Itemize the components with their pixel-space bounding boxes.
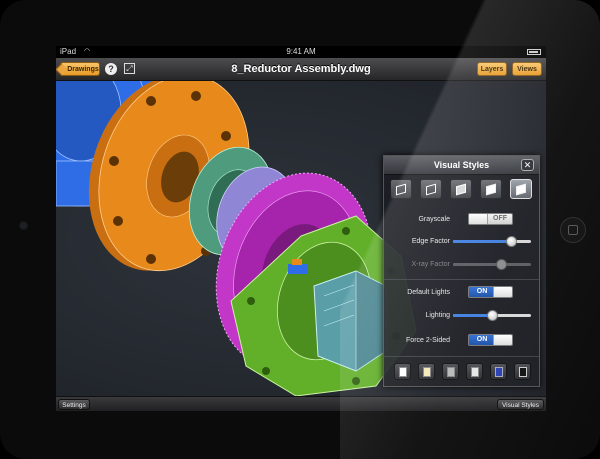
visual-styles-panel: Visual Styles ✕ Grayscale OFF Edge Facto… — [383, 155, 540, 387]
xray-factor-label: X-ray Factor — [411, 261, 450, 268]
edge-factor-label: Edge Factor — [411, 238, 450, 245]
force-2-sided-toggle[interactable]: ON — [468, 334, 513, 346]
2d-wireframe-icon[interactable] — [390, 179, 412, 199]
layers-button[interactable]: Layers — [477, 62, 507, 76]
divider — [384, 279, 539, 280]
force-2-sided-state: ON — [476, 336, 488, 343]
visual-styles-button[interactable]: Visual Styles — [497, 399, 544, 410]
settings-button[interactable]: Settings — [58, 399, 90, 410]
lighting-slider[interactable] — [453, 310, 531, 321]
fullscreen-icon[interactable]: ⤢ — [124, 63, 135, 74]
clock: 9:41 AM — [286, 47, 316, 56]
panel-header: Visual Styles ✕ — [384, 156, 539, 175]
navigation-bar: Drawings ? ⤢ 8_Reductor Assembly.dwg Lay… — [56, 58, 546, 81]
grayscale-state: OFF — [493, 215, 507, 222]
panel-title: Visual Styles — [433, 160, 490, 170]
blue-page-icon[interactable] — [490, 363, 507, 380]
light-page-icon[interactable] — [466, 363, 483, 380]
xray-factor-slider[interactable] — [453, 259, 531, 270]
ipad-frame: iPad ◠ 9:41 AM Drawings ? ⤢ 8_Reductor A… — [0, 0, 600, 459]
hidden-icon[interactable] — [450, 179, 472, 199]
default-lights-label: Default Lights — [407, 289, 450, 296]
app-screen: iPad ◠ 9:41 AM Drawings ? ⤢ 8_Reductor A… — [56, 46, 546, 411]
drawings-back-button[interactable]: Drawings — [60, 62, 100, 76]
grayscale-label: Grayscale — [418, 216, 450, 223]
close-icon[interactable]: ✕ — [521, 159, 534, 171]
visual-style-selector — [390, 179, 533, 201]
bottom-toolbar: Settings Visual Styles — [56, 396, 546, 411]
home-button[interactable] — [560, 217, 586, 243]
edge-factor-slider[interactable] — [453, 236, 531, 247]
status-bar: iPad ◠ 9:41 AM — [56, 46, 546, 58]
realistic-icon[interactable] — [480, 179, 502, 199]
lighting-label: Lighting — [425, 312, 450, 319]
grayscale-toggle[interactable]: OFF — [468, 213, 513, 225]
views-button[interactable]: Views — [512, 62, 542, 76]
paper-page-icon[interactable] — [418, 363, 435, 380]
battery-icon — [527, 49, 541, 55]
teal-motor-block — [313, 270, 387, 372]
document-title: 8_Reductor Assembly.dwg — [231, 63, 371, 75]
divider — [384, 356, 539, 357]
conceptual-icon[interactable] — [510, 179, 532, 199]
camera-icon — [20, 222, 27, 229]
black-page-icon[interactable] — [514, 363, 531, 380]
white-page-icon[interactable] — [394, 363, 411, 380]
background-selector — [389, 363, 534, 381]
help-icon[interactable]: ? — [105, 63, 117, 75]
3d-wireframe-icon[interactable] — [420, 179, 442, 199]
default-lights-state: ON — [476, 288, 488, 295]
grey-page-icon[interactable] — [442, 363, 459, 380]
default-lights-toggle[interactable]: ON — [468, 286, 513, 298]
force-2-sided-label: Force 2-Sided — [406, 337, 450, 344]
